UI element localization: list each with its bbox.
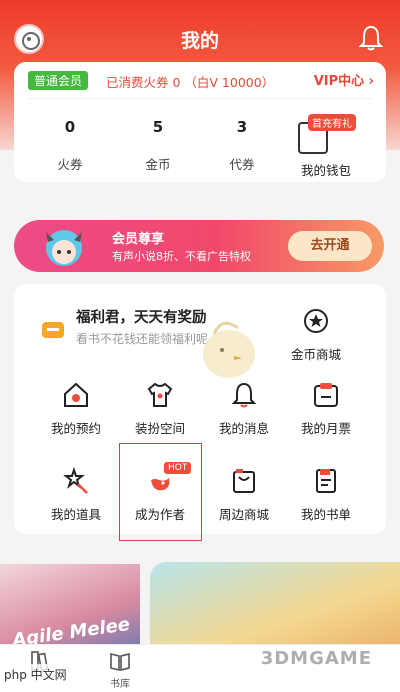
- bell-icon[interactable]: [358, 24, 384, 52]
- watermark-left: php 中文网: [0, 664, 71, 685]
- page-title: 我的: [180, 30, 219, 52]
- tshirt-icon: [147, 382, 173, 407]
- member-badge: 普通会员: [28, 71, 89, 90]
- top-bar: 我的: [0, 14, 400, 62]
- promo-art-strip: Agile Melee: [0, 544, 400, 648]
- highlight-box: [119, 443, 202, 541]
- vip-card: 普通会员 已消费火券 0 （白V 10000） VIP中心 › 0 火券 5 金…: [14, 62, 386, 182]
- magic-wand-icon: [63, 466, 88, 494]
- vip-banner[interactable]: 会员尊享 有声小说8折、不看广告特权 去开通: [14, 220, 384, 272]
- promo-art-right[interactable]: [150, 562, 400, 648]
- consumed-text: 已消费火券 0 （白V 10000）: [106, 75, 275, 90]
- grid-item-dressup[interactable]: 装扮空间: [120, 380, 200, 437]
- welfare-title[interactable]: 福利君，天天有奖励: [76, 306, 207, 327]
- grid-item-label: 我的书单: [300, 507, 351, 522]
- bell-icon: [231, 382, 257, 408]
- activate-button[interactable]: 去开通: [288, 231, 372, 261]
- stat-label: 代券: [229, 157, 255, 172]
- grid-item-booklist[interactable]: 我的书单: [286, 466, 366, 523]
- grid-item-label: 我的月票: [300, 421, 351, 436]
- promo-art-left[interactable]: Agile Melee: [0, 564, 140, 648]
- house-icon: [64, 382, 88, 407]
- grid-item-merch-mall[interactable]: 周边商城: [204, 466, 284, 523]
- divider: [28, 98, 372, 99]
- stat-label: 金币: [145, 157, 171, 172]
- stat-value: 5: [152, 118, 164, 136]
- grid-item-monthly-ticket[interactable]: 我的月票: [286, 380, 366, 437]
- tab-library[interactable]: 书库: [90, 649, 150, 690]
- chick-mascot-icon: [203, 321, 255, 378]
- grid-item-label: 装扮空间: [134, 421, 185, 436]
- anime-girl-icon: [46, 230, 82, 266]
- banner-title: 会员尊享: [112, 232, 165, 247]
- grid-item-reservation[interactable]: 我的预约: [36, 380, 116, 437]
- welfare-subtitle: 看书不花钱还能领福利呢: [76, 332, 209, 346]
- stat-fire-ticket[interactable]: 0 火券: [40, 118, 100, 173]
- watermark-right: 3DMGAME: [260, 648, 372, 669]
- stat-gold-coin[interactable]: 5 金币: [128, 118, 188, 173]
- banner-subtitle: 有声小说8折、不看广告特权: [112, 250, 251, 263]
- stat-value: 3: [236, 118, 248, 136]
- tab-label: 书库: [110, 679, 130, 690]
- grid-item-label: 周边商城: [218, 507, 269, 522]
- grid-item-label: 我的道具: [50, 507, 101, 522]
- grid-item-label: 我的预约: [50, 421, 101, 436]
- ticket-icon: [314, 383, 338, 407]
- promo-art-left-text: Agile Melee: [11, 613, 132, 648]
- shopping-bag-icon: [233, 469, 255, 493]
- grid-item-label: 金币商城: [290, 347, 341, 362]
- stat-voucher[interactable]: 3 代券: [212, 118, 272, 173]
- grid-item-props[interactable]: 我的道具: [36, 466, 116, 523]
- star-coin-icon: [304, 309, 328, 333]
- welfare-icon: [42, 322, 64, 338]
- stat-value: 0: [64, 118, 76, 136]
- vip-center-link[interactable]: VIP中心 ›: [314, 70, 374, 89]
- grid-item-coin-mall[interactable]: 金币商城: [276, 306, 356, 363]
- grid-item-label: 我的消息: [218, 421, 269, 436]
- wallet-label: 我的钱包: [300, 163, 351, 178]
- open-book-icon: [110, 652, 130, 672]
- first-recharge-tag: 首充有礼: [308, 114, 356, 131]
- grid-item-messages[interactable]: 我的消息: [204, 380, 284, 437]
- stat-label: 火券: [57, 157, 83, 172]
- document-icon: [316, 469, 336, 493]
